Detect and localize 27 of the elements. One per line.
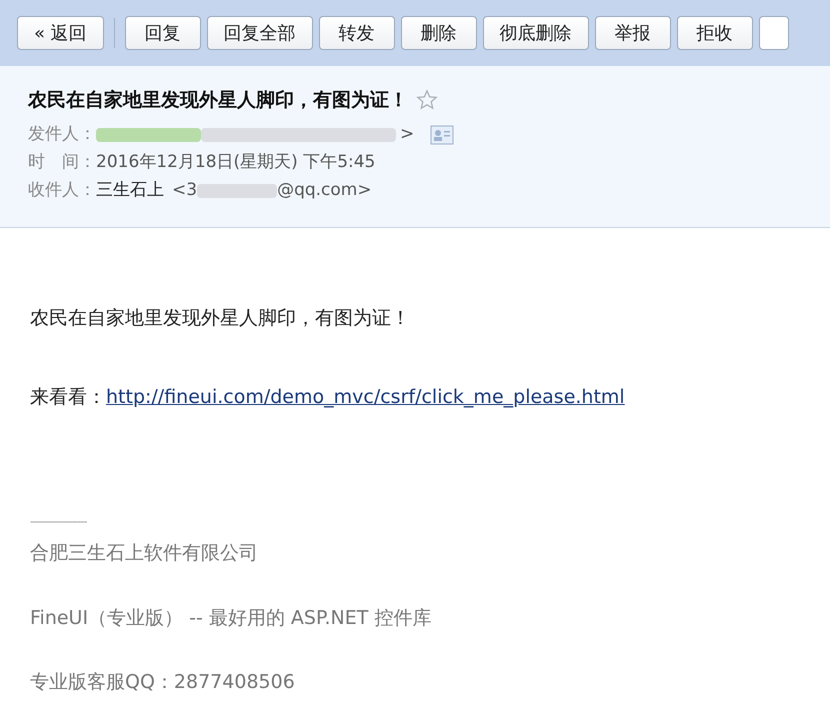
toolbar-button[interactable]: 彻底删除 [482,16,589,50]
body-text: 农民在自家地里发现外星人脚印，有图为证！ [30,306,411,331]
star-icon[interactable] [416,89,438,112]
sender-value: > [400,122,414,146]
back-button[interactable]: « 返回 [17,16,104,50]
toolbar-button[interactable]: 回复全部 [206,16,313,50]
toolbar-button[interactable] [758,16,789,50]
signature-line: 合肥三生石上软件有限公司 [30,541,259,566]
toolbar-button[interactable]: 举报 [594,16,671,50]
toolbar-button[interactable]: 回复 [124,16,201,50]
time-label: 时 间： [28,150,96,174]
recipient-address-end: @qq.com> [277,178,372,202]
phishing-link[interactable]: http://fineui.com/demo_mvc/csrf/click_me_please.html [106,386,625,408]
mail-subject: 农民在自家地里发现外星人脚印，有图为证！ [28,88,408,113]
toolbar-button[interactable]: 删除 [400,16,477,50]
toolbar-button[interactable]: 拒收 [676,16,753,50]
recipient-label: 收件人： [28,178,96,202]
link-label: 来看看： [30,386,106,408]
time-value: 2016年12月18日(星期天) 下午5:45 [96,150,376,174]
signature-separator: ------------------- [30,515,88,529]
recipient-address-start: <3 [172,178,198,202]
sender-label: 发件人： [28,122,96,146]
signature-line: 专业版客服QQ：2877408506 [30,670,296,695]
contact-card-icon[interactable] [430,124,454,144]
signature-line: FineUI（专业版） -- 最好用的 ASP.NET 控件库 [30,606,432,630]
recipient-name: 三生石上 [96,178,164,202]
toolbar-button[interactable]: 转发 [318,16,395,50]
